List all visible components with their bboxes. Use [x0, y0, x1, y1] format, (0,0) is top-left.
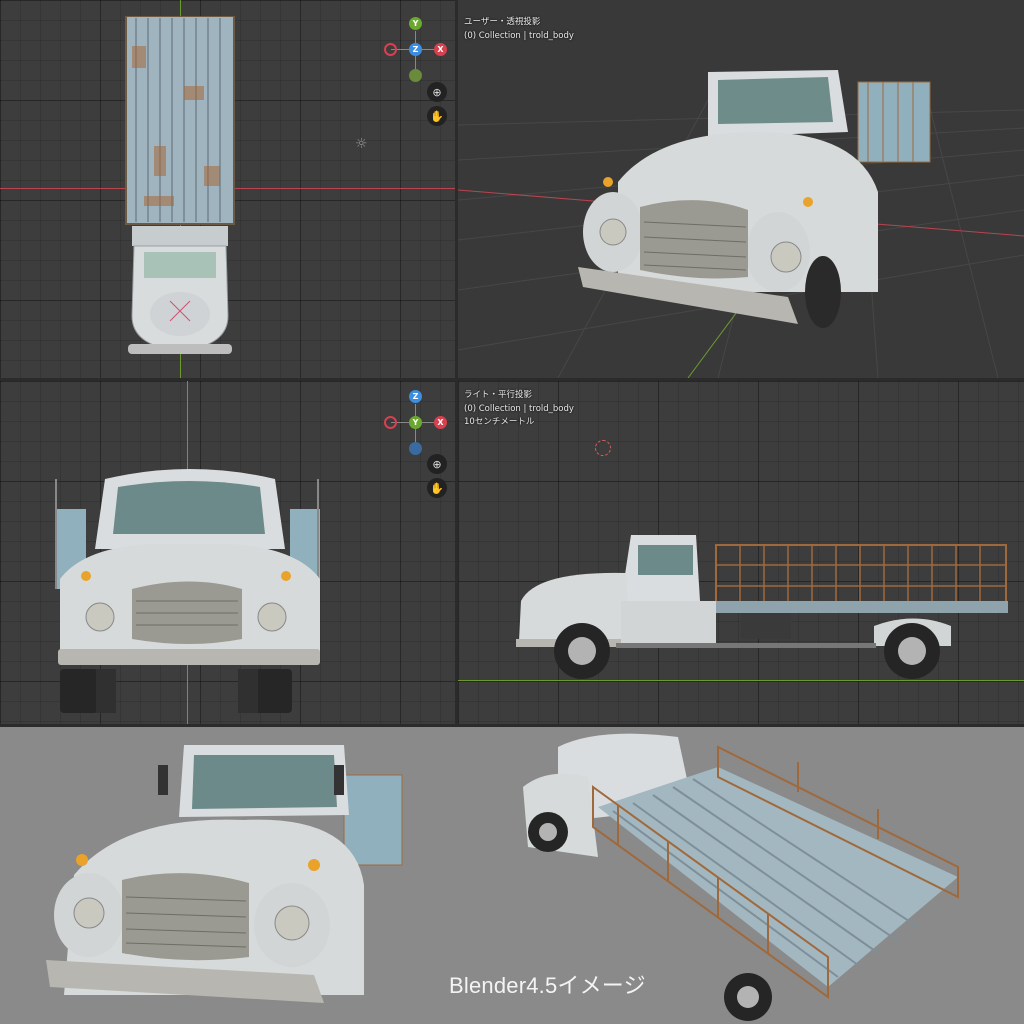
- viewport-front[interactable]: Z Y X ⊕ ✋: [0, 381, 455, 724]
- zoom-icon[interactable]: ⊕: [427, 454, 447, 474]
- view-name: ユーザー・透視投影: [464, 17, 541, 27]
- viewport-info: ライト・平行投影 (0) Collection | trold_body 10セ…: [464, 389, 574, 430]
- zoom-icon[interactable]: ⊕: [427, 82, 447, 102]
- gizmo-x-axis[interactable]: X: [434, 416, 447, 429]
- collection-label: (0) Collection | trold_body: [464, 403, 574, 414]
- viewport-right[interactable]: ライト・平行投影 (0) Collection | trold_body 10セ…: [458, 381, 1024, 724]
- 3d-cursor-icon[interactable]: [595, 440, 611, 456]
- gizmo-neg-y-axis[interactable]: [409, 69, 422, 82]
- gizmo-y-axis[interactable]: Y: [409, 17, 422, 30]
- gizmo-x-axis[interactable]: X: [434, 43, 447, 56]
- hand-icon[interactable]: ✋: [427, 478, 447, 498]
- viewport-top[interactable]: ☼ Y Z X ⊕ ✋: [0, 0, 455, 378]
- hand-icon[interactable]: ✋: [427, 106, 447, 126]
- truck-top-view[interactable]: [124, 16, 236, 361]
- truck-perspective-view[interactable]: [578, 62, 938, 332]
- truck-side-view[interactable]: [516, 531, 1011, 681]
- viewport-user-perspective[interactable]: ユーザー・透視投影 (0) Collection | trold_body: [458, 0, 1024, 378]
- view-name: ライト・平行投影: [464, 390, 533, 400]
- viewport-info: ユーザー・透視投影 (0) Collection | trold_body: [464, 16, 574, 43]
- gizmo-neg-x-axis[interactable]: [384, 43, 397, 56]
- truck-front-view[interactable]: [50, 459, 330, 719]
- scale-label: 10センチメートル: [464, 417, 535, 427]
- truck-render-front: [44, 735, 414, 1024]
- gizmo-neg-x-axis[interactable]: [384, 416, 397, 429]
- navigation-gizmo[interactable]: Y Z X: [379, 14, 451, 86]
- navigation-gizmo-front[interactable]: Z Y X: [379, 387, 451, 459]
- gizmo-neg-z-axis[interactable]: [409, 442, 422, 455]
- gizmo-y-axis[interactable]: Y: [409, 416, 422, 429]
- gizmo-z-axis[interactable]: Z: [409, 390, 422, 403]
- render-caption: Blender4.5イメージ: [449, 973, 646, 998]
- gizmo-z-axis[interactable]: Z: [409, 43, 422, 56]
- render-preview: Blender4.5イメージ: [0, 727, 1024, 1024]
- light-icon: ☼: [355, 136, 368, 152]
- collection-label: (0) Collection | trold_body: [464, 30, 574, 41]
